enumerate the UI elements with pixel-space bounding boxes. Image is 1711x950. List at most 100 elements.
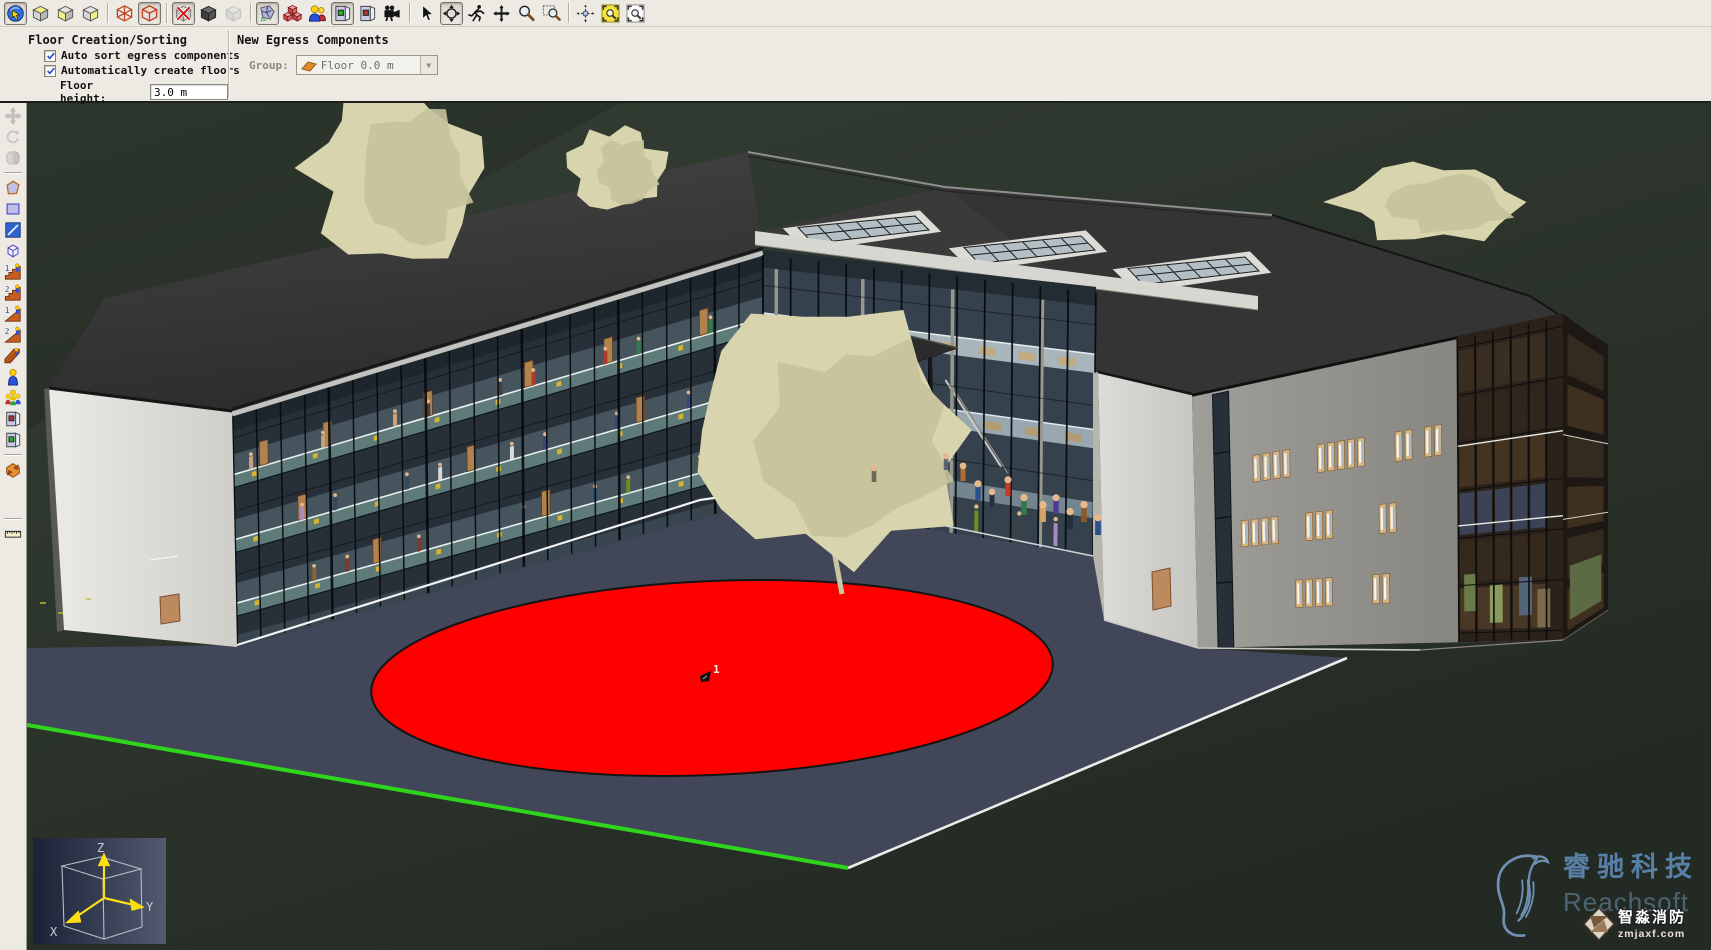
zoom-to-selection-icon bbox=[626, 4, 645, 23]
view-side-button[interactable] bbox=[79, 2, 102, 25]
rotate-tool-icon bbox=[4, 128, 22, 146]
zoom-box-tool-icon bbox=[542, 4, 561, 23]
orbit-tool-button[interactable] bbox=[440, 2, 463, 25]
show-obstructions-button[interactable] bbox=[281, 2, 304, 25]
show-doors-button[interactable] bbox=[331, 2, 354, 25]
orbit-tool-icon bbox=[442, 4, 461, 23]
reset-view-button[interactable] bbox=[574, 2, 597, 25]
ramp-one-point-tool-button[interactable]: 1 bbox=[2, 304, 24, 324]
view-top-button[interactable] bbox=[29, 2, 52, 25]
checkbox-auto-create-floors[interactable]: Automatically create floors bbox=[44, 64, 228, 77]
add-occupant-tool-icon bbox=[4, 368, 22, 386]
checkbox-icon[interactable] bbox=[44, 65, 56, 77]
escalator-tool-button[interactable] bbox=[2, 346, 24, 366]
new-egress-title: New Egress Components bbox=[237, 33, 438, 47]
solid-dark-mode-icon bbox=[199, 4, 218, 23]
solid-light-mode-button bbox=[222, 2, 245, 25]
ramp-two-point-tool-icon: 2 bbox=[4, 326, 22, 344]
show-navigation-mesh-button[interactable] bbox=[256, 2, 279, 25]
solid-dark-mode-button[interactable] bbox=[197, 2, 220, 25]
wireframe-mode-button[interactable] bbox=[113, 2, 136, 25]
axis-y-label: Y bbox=[146, 900, 154, 914]
top-toolbar bbox=[0, 0, 1711, 27]
axis-z-label: Z bbox=[97, 841, 104, 855]
zoom-box-tool-button[interactable] bbox=[540, 2, 563, 25]
add-occupant-group-tool-icon bbox=[4, 389, 22, 407]
move-tool-button bbox=[2, 106, 24, 126]
show-doors-icon bbox=[333, 4, 352, 23]
left-toolbar: 1 2 1 2 bbox=[0, 103, 27, 950]
svg-text:2: 2 bbox=[5, 327, 10, 336]
svg-text:2: 2 bbox=[5, 285, 10, 294]
shaded-wireframe-mode-button[interactable] bbox=[138, 2, 161, 25]
show-occupants-button[interactable] bbox=[306, 2, 329, 25]
navigate-view-tool-button[interactable] bbox=[4, 2, 27, 25]
group-label: Group: bbox=[249, 59, 289, 72]
ribbon: Floor Creation/Sorting Auto sort egress … bbox=[0, 27, 1711, 103]
wireframe-mode-icon bbox=[115, 4, 134, 23]
select-tool-icon bbox=[417, 4, 436, 23]
stairs-one-point-tool-icon: 1 bbox=[4, 263, 22, 281]
group-dropdown[interactable]: Floor 0.0 m ▼ bbox=[296, 55, 438, 75]
elevator-tool-icon bbox=[4, 461, 22, 479]
pan-tool-icon bbox=[492, 4, 511, 23]
hide-geometry-button[interactable] bbox=[172, 2, 195, 25]
hide-geometry-icon bbox=[174, 4, 193, 23]
select-tool-button[interactable] bbox=[415, 2, 438, 25]
new-egress-panel: New Egress Components Group: Floor 0.0 m… bbox=[229, 27, 438, 101]
measure-tool-icon bbox=[4, 525, 22, 543]
toolbar-separator bbox=[568, 3, 569, 23]
toolbar-separator bbox=[409, 3, 410, 23]
show-occupants-icon bbox=[308, 4, 327, 23]
polygon-room-tool-button[interactable] bbox=[2, 178, 24, 198]
add-occupant-tool-button[interactable] bbox=[2, 367, 24, 387]
show-exits-icon bbox=[358, 4, 377, 23]
walk-tool-button[interactable] bbox=[465, 2, 488, 25]
thin-room-tool-icon bbox=[4, 221, 22, 239]
measure-tool-button[interactable] bbox=[2, 524, 24, 544]
viewport-3d[interactable]: 1 Z Y X bbox=[27, 103, 1711, 950]
solid-light-mode-icon bbox=[224, 4, 243, 23]
zoom-to-fit-button[interactable] bbox=[599, 2, 622, 25]
view-front-button[interactable] bbox=[54, 2, 77, 25]
stairs-two-point-tool-button[interactable]: 2 bbox=[2, 283, 24, 303]
checkbox-label: Automatically create floors bbox=[61, 64, 240, 77]
exit-door-tool-button[interactable] bbox=[2, 409, 24, 429]
show-exits-button[interactable] bbox=[356, 2, 379, 25]
stairs-one-point-tool-button[interactable]: 1 bbox=[2, 262, 24, 282]
exit-door-tool-icon bbox=[4, 410, 22, 428]
floor-height-input[interactable] bbox=[150, 84, 228, 100]
walk-tool-icon bbox=[467, 4, 486, 23]
view-front-icon bbox=[56, 4, 75, 23]
toolbar-separator bbox=[250, 3, 251, 23]
floor-height-label: Floor height: bbox=[60, 79, 145, 105]
toolbar-separator bbox=[4, 172, 22, 173]
reset-view-icon bbox=[576, 4, 595, 23]
show-navigation-mesh-icon bbox=[258, 4, 277, 23]
thin-room-tool-button[interactable] bbox=[2, 220, 24, 240]
scene-3d: 1 Z Y X bbox=[27, 103, 1711, 950]
elevator-tool-button[interactable] bbox=[2, 460, 24, 480]
add-occupant-group-tool-button[interactable] bbox=[2, 388, 24, 408]
zoom-tool-button[interactable] bbox=[515, 2, 538, 25]
pan-tool-button[interactable] bbox=[490, 2, 513, 25]
checkbox-auto-sort-egress[interactable]: Auto sort egress components bbox=[44, 49, 228, 62]
view-top-icon bbox=[31, 4, 50, 23]
camera-views-button[interactable] bbox=[381, 2, 404, 25]
checkbox-icon[interactable] bbox=[44, 50, 56, 62]
marker-label: 1 bbox=[713, 663, 720, 676]
zoom-to-fit-icon bbox=[601, 4, 620, 23]
svg-text:1: 1 bbox=[5, 306, 10, 315]
zoom-to-selection-button[interactable] bbox=[624, 2, 647, 25]
extruded-polygon-tool-icon bbox=[4, 242, 22, 260]
toolbar-separator bbox=[4, 518, 22, 519]
shaded-wireframe-mode-icon bbox=[140, 4, 159, 23]
ramp-two-point-tool-button[interactable]: 2 bbox=[2, 325, 24, 345]
door-tool-button[interactable] bbox=[2, 430, 24, 450]
rectangle-room-tool-button[interactable] bbox=[2, 199, 24, 219]
floor-creation-panel: Floor Creation/Sorting Auto sort egress … bbox=[0, 27, 228, 101]
door-tool-icon bbox=[4, 431, 22, 449]
extruded-polygon-tool-button[interactable] bbox=[2, 241, 24, 261]
chevron-down-icon[interactable]: ▼ bbox=[420, 56, 437, 74]
toolbar-separator bbox=[107, 3, 108, 23]
